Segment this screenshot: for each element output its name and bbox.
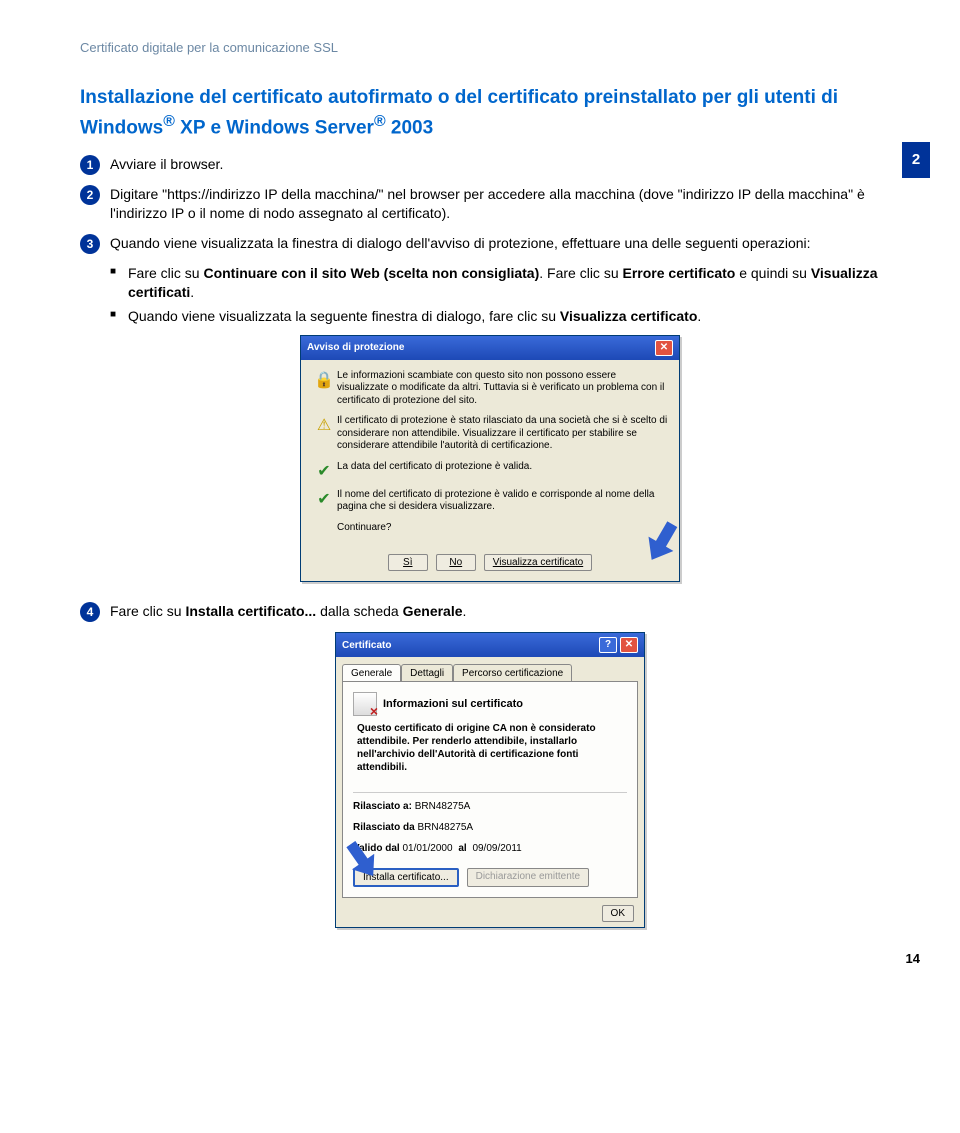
step-4: 4 Fare clic su Installa certificato... d… [80, 602, 900, 622]
sup: ® [163, 113, 175, 130]
yes-button[interactable]: Sì [388, 554, 428, 571]
chapter-tab: 2 [902, 142, 930, 178]
step-2: 2 Digitare "https://indirizzo IP della m… [80, 185, 900, 224]
lock-icon: 🔒 [311, 370, 337, 390]
close-icon[interactable]: ✕ [655, 340, 673, 356]
check-icon: ✔ [311, 461, 337, 481]
close-icon[interactable]: ✕ [620, 637, 638, 653]
dialog-body: 🔒 Le informazioni scambiate con questo s… [301, 360, 679, 549]
security-alert-dialog: Avviso di protezione ✕ 🔒 Le informazioni… [300, 335, 680, 583]
help-icon[interactable]: ? [599, 637, 617, 653]
issued-to-row: Rilasciato a: BRN48275A [353, 801, 627, 812]
step-number: 4 [80, 602, 100, 622]
alert-row-untrusted: Il certificato di protezione è stato ril… [337, 415, 669, 453]
certificate-error-icon [353, 692, 377, 716]
no-button[interactable]: No [436, 554, 476, 571]
alert-row-date: La data del certificato di protezione è … [337, 461, 669, 474]
step-1: 1 Avviare il browser. [80, 155, 900, 175]
tab-strip: Generale Dettagli Percorso certificazion… [336, 657, 644, 681]
dialog-title: Certificato [342, 640, 391, 651]
alert-intro: Le informazioni scambiate con questo sit… [337, 370, 669, 408]
bullet-item: Quando viene visualizzata la seguente fi… [110, 307, 900, 327]
certificate-dialog-wrap: Certificato ? ✕ Generale Dettagli Percor… [80, 632, 900, 928]
alert-row-name: Il nome del certificato di protezione è … [337, 489, 669, 514]
alert-continue: Continuare? [337, 522, 669, 535]
titlebar: Certificato ? ✕ [336, 633, 644, 657]
issuer-statement-button: Dichiarazione emittente [467, 868, 590, 887]
section-title: Installazione del certificato autofirmat… [80, 85, 900, 141]
sup: ® [374, 113, 386, 130]
step-text: Avviare il browser. [110, 155, 900, 175]
ok-button[interactable]: OK [602, 905, 634, 922]
dialog-title: Avviso di protezione [307, 342, 404, 353]
cert-info-body: Questo certificato di origine CA non è c… [353, 722, 627, 784]
view-certificate-button[interactable]: Visualizza certificato [484, 554, 592, 571]
tab-details[interactable]: Dettagli [401, 664, 453, 682]
step-number: 1 [80, 155, 100, 175]
issued-by-row: Rilasciato da BRN48275A [353, 822, 627, 833]
title-part: XP e Windows Server [175, 117, 374, 138]
valid-row: Valido dal 01/01/2000 al 09/09/2011 [353, 843, 627, 854]
titlebar: Avviso di protezione ✕ [301, 336, 679, 360]
step-number: 2 [80, 185, 100, 205]
step-text: Quando viene visualizzata la finestra di… [110, 234, 900, 254]
check-icon: ✔ [311, 489, 337, 509]
running-header: Certificato digitale per la comunicazion… [80, 40, 900, 55]
bullet-list: Fare clic su Continuare con il sito Web … [110, 264, 900, 327]
security-alert-wrap: Avviso di protezione ✕ 🔒 Le informazioni… [80, 335, 900, 583]
step-number: 3 [80, 234, 100, 254]
bullet-item: Fare clic su Continuare con il sito Web … [110, 264, 900, 303]
step-text: Fare clic su Installa certificato... dal… [110, 602, 900, 622]
cert-info-title: Informazioni sul certificato [383, 698, 523, 710]
title-part: 2003 [386, 117, 434, 138]
tab-general[interactable]: Generale [342, 664, 401, 682]
step-3: 3 Quando viene visualizzata la finestra … [80, 234, 900, 254]
tab-panel-general: Informazioni sul certificato Questo cert… [342, 681, 638, 898]
tab-cert-path[interactable]: Percorso certificazione [453, 664, 572, 682]
step-text: Digitare "https://indirizzo IP della mac… [110, 185, 900, 224]
page-number: 14 [906, 951, 920, 966]
warning-icon: ⚠ [311, 415, 337, 435]
certificate-dialog: Certificato ? ✕ Generale Dettagli Percor… [335, 632, 645, 928]
